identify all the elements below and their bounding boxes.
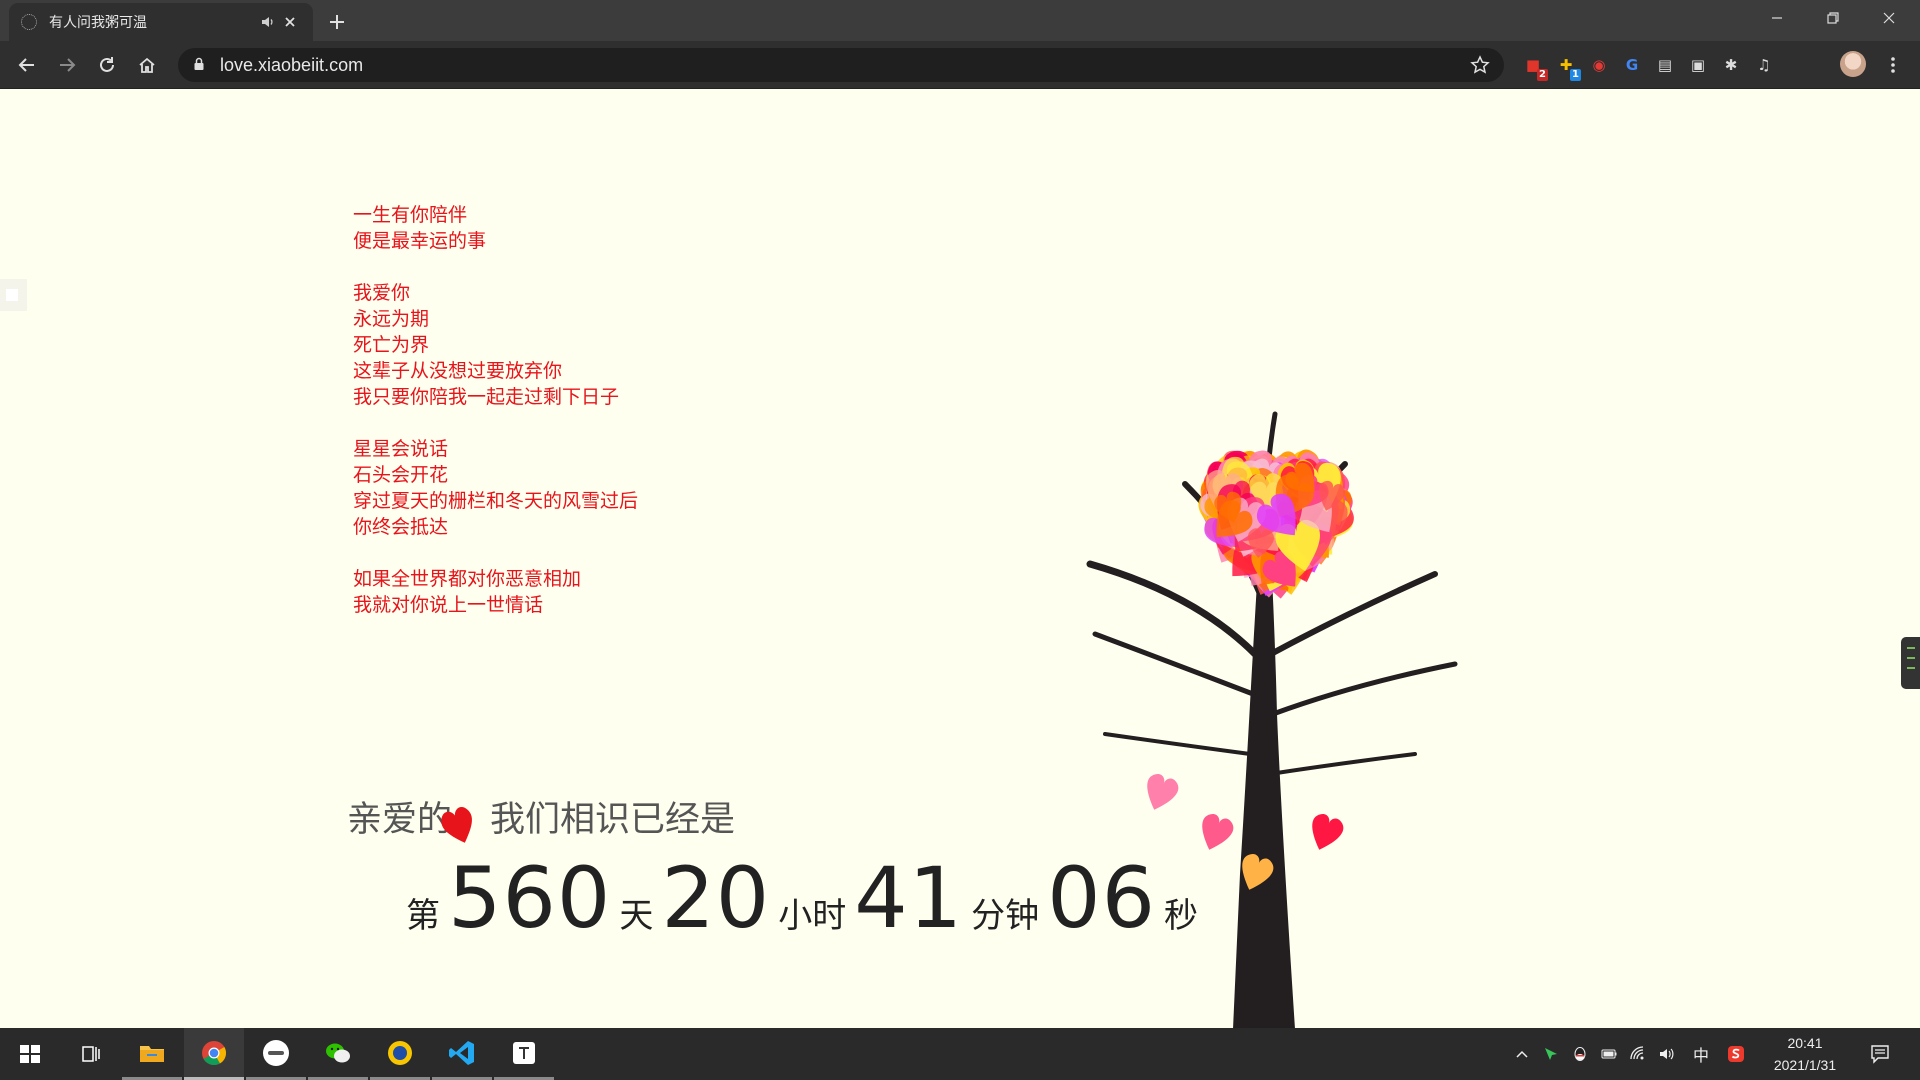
poem-stanza: 我爱你永远为期死亡为界这辈子从没想过要放弃你我只要你陪我一起走过剩下日子 bbox=[353, 280, 638, 410]
file-explorer-icon bbox=[140, 1045, 164, 1062]
browser-tab[interactable]: 有人问我粥可温 bbox=[9, 3, 313, 41]
tree-trunk bbox=[1233, 534, 1295, 1029]
poem-line: 一生有你陪伴 bbox=[353, 204, 468, 226]
file-explorer-button[interactable] bbox=[122, 1028, 182, 1080]
address-bar[interactable]: love.xiaobeiit.com bbox=[178, 48, 1504, 82]
falling-heart-icon bbox=[441, 807, 472, 843]
poem-line: 你终会抵达 bbox=[353, 516, 449, 538]
tray-volume-icon[interactable] bbox=[1655, 1042, 1679, 1066]
poem-line: 我爱你 bbox=[353, 282, 411, 304]
extension-badge: 2 bbox=[1537, 69, 1548, 81]
poem-stanza: 一生有你陪伴 便是最幸运的事 bbox=[353, 202, 638, 254]
poem-stanza: 如果全世界都对你恶意相加 我就对你说上一世情话 bbox=[353, 566, 638, 618]
action-center-icon[interactable] bbox=[1862, 1040, 1898, 1068]
counter-days-unit: 天 bbox=[619, 896, 654, 936]
ext-red-swirl-icon[interactable]: ◉ bbox=[1586, 52, 1612, 78]
side-widget[interactable] bbox=[0, 279, 27, 311]
lock-icon[interactable] bbox=[192, 56, 206, 75]
side-handle[interactable] bbox=[1901, 637, 1920, 689]
counter-prefix: 第 bbox=[406, 896, 440, 936]
poem-line: 便是最幸运的事 bbox=[353, 230, 487, 252]
poem-line: 星星会说话 bbox=[353, 438, 449, 460]
poem-stanza: 星星会说话石头会开花穿过夏天的栅栏和冬天的风雪过后 你终会抵达 bbox=[353, 436, 638, 540]
start-button[interactable] bbox=[0, 1028, 60, 1080]
clock-time: 20:41 bbox=[1787, 1035, 1823, 1051]
back-button[interactable] bbox=[12, 50, 42, 80]
poem-line: 永远为期 bbox=[353, 308, 430, 330]
chrome-button[interactable] bbox=[184, 1028, 244, 1080]
counter-heading-right: 我们相识已经是 bbox=[490, 800, 736, 840]
round-app-button[interactable] bbox=[246, 1028, 306, 1080]
yellow-app-button[interactable] bbox=[370, 1028, 430, 1080]
restore-button[interactable] bbox=[1805, 0, 1861, 36]
ext-yellow-icon[interactable]: ✚ 1 bbox=[1553, 52, 1581, 81]
tab-title: 有人问我粥可温 bbox=[49, 15, 147, 31]
poem-line: 我只要你陪我一起走过剩下日子 bbox=[353, 386, 620, 408]
media-control-icon[interactable]: ♫ bbox=[1751, 52, 1777, 78]
browser-toolbar: love.xiaobeiit.com ■ 2 ✚ 1 ◉ G ▤ ▣ ✱ ♫ bbox=[0, 41, 1920, 89]
heart-tree-illustration bbox=[1086, 411, 1458, 1029]
wechat-icon bbox=[326, 1043, 350, 1062]
tray-sogou-icon[interactable] bbox=[1724, 1042, 1748, 1066]
minimize-button[interactable] bbox=[1749, 0, 1805, 36]
poem-line: 这辈子从没想过要放弃你 bbox=[353, 360, 563, 382]
taskbar-clock[interactable]: 20:41 2021/1/31 bbox=[1750, 1032, 1860, 1076]
ext-red-icon[interactable]: ■ 2 bbox=[1520, 52, 1548, 81]
love-poem: 一生有你陪伴 便是最幸运的事 我爱你 永远为期 死亡为界 这辈子从没想过要放弃你 我只要你陪… bbox=[353, 202, 638, 644]
poem-line: 我就对你说上一世情话 bbox=[353, 594, 544, 616]
tray-battery-icon[interactable] bbox=[1597, 1042, 1621, 1066]
falling-heart bbox=[1312, 813, 1344, 850]
bookmark-star-icon[interactable] bbox=[1468, 53, 1492, 77]
poem-line: 死亡为界 bbox=[353, 334, 430, 356]
browser-menu-icon[interactable] bbox=[1878, 50, 1908, 80]
vscode-button[interactable] bbox=[432, 1028, 492, 1080]
counter-hours-unit: 小时 bbox=[778, 896, 847, 936]
vscode-icon bbox=[449, 1040, 474, 1065]
app-round-icon bbox=[263, 1039, 289, 1066]
close-window-button[interactable] bbox=[1861, 0, 1917, 36]
windows-taskbar: 中 20:41 2021/1/31 bbox=[0, 1028, 1920, 1080]
ext-translate-icon[interactable]: G bbox=[1619, 52, 1645, 78]
home-button[interactable] bbox=[132, 50, 162, 80]
typora-icon bbox=[513, 1041, 535, 1064]
page-content: 一生有你陪伴 便是最幸运的事 我爱你 永远为期 死亡为界 这辈子从没想过要放弃你 我只要你陪… bbox=[0, 89, 1920, 1039]
tab-close-icon[interactable] bbox=[279, 11, 301, 33]
falling-heart bbox=[1202, 813, 1234, 850]
start-button-icon bbox=[20, 1045, 40, 1063]
extensions-puzzle-icon[interactable]: ✱ bbox=[1718, 52, 1744, 78]
reload-button[interactable] bbox=[92, 50, 122, 80]
forward-button[interactable] bbox=[52, 50, 82, 80]
app-yellow-icon bbox=[388, 1040, 412, 1065]
task-view-button[interactable] bbox=[60, 1028, 120, 1080]
wechat-button[interactable] bbox=[308, 1028, 368, 1080]
chrome-icon bbox=[202, 1040, 227, 1065]
url-text: love.xiaobeiit.com bbox=[220, 54, 364, 75]
ext-reader-icon[interactable]: ▤ bbox=[1652, 52, 1678, 78]
counter-heading-left: 亲爱的 bbox=[347, 800, 453, 840]
new-tab-button[interactable] bbox=[324, 9, 350, 35]
falling-heart bbox=[1147, 773, 1179, 810]
poem-line: 穿过夏天的栅栏和冬天的风雪过后 bbox=[353, 490, 639, 512]
tray-ime-indicator[interactable]: 中 bbox=[1689, 1042, 1713, 1066]
ext-square-icon[interactable]: ▣ bbox=[1685, 52, 1711, 78]
tray-qq-icon[interactable] bbox=[1568, 1042, 1592, 1066]
poem-line: 石头会开花 bbox=[353, 464, 449, 486]
tab-audio-icon[interactable] bbox=[257, 11, 279, 33]
tray-wifi-icon[interactable] bbox=[1626, 1042, 1650, 1066]
counter-days: 560 bbox=[448, 849, 612, 947]
clock-date: 2021/1/31 bbox=[1773, 1057, 1837, 1073]
typora-button[interactable] bbox=[494, 1028, 554, 1080]
profile-avatar[interactable] bbox=[1840, 51, 1866, 77]
counter-heading: 亲爱的 我们相识已经是 bbox=[347, 791, 735, 842]
tray-overflow-chevron-icon[interactable] bbox=[1510, 1042, 1534, 1066]
tab-favicon-icon bbox=[21, 14, 37, 30]
task-view-icon bbox=[82, 1046, 100, 1062]
browser-tab-strip: 有人问我粥可温 bbox=[0, 0, 1920, 41]
poem-line: 如果全世界都对你恶意相加 bbox=[353, 568, 582, 590]
tray-green-arrow-icon[interactable] bbox=[1539, 1042, 1563, 1066]
counter-hours: 20 bbox=[661, 849, 771, 947]
extension-badge: 1 bbox=[1570, 69, 1581, 81]
